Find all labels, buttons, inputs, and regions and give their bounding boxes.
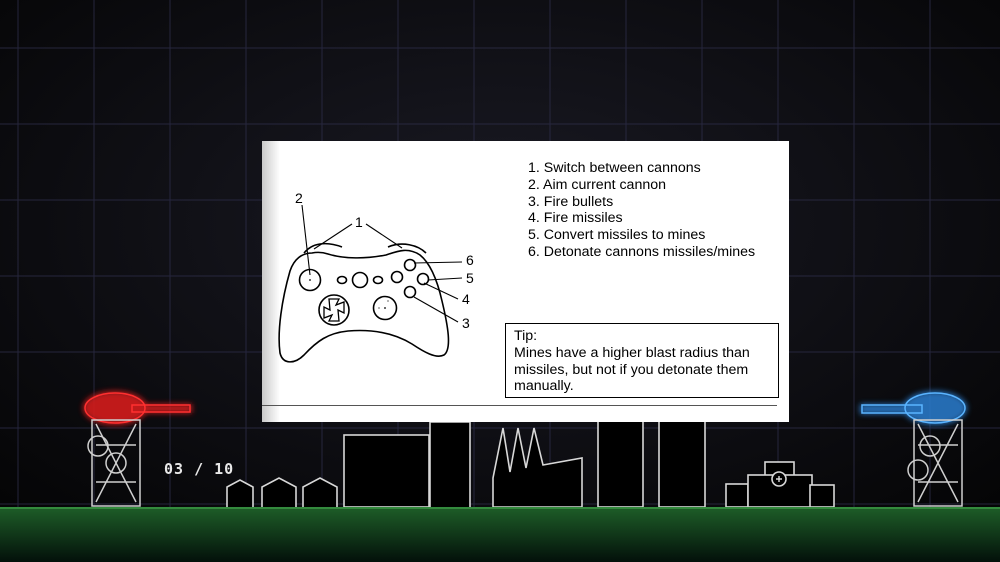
control-item: 3. Fire bullets bbox=[528, 193, 614, 210]
button-b-icon bbox=[416, 272, 430, 286]
control-item: 4. Fire missiles bbox=[528, 210, 623, 227]
callout-label-2: 2 bbox=[295, 190, 303, 206]
hospital-right-wing bbox=[809, 484, 835, 508]
tip-title: Tip: bbox=[514, 328, 538, 344]
guide-button-icon bbox=[351, 271, 369, 289]
hospital-left-wing bbox=[725, 483, 749, 508]
button-x-icon bbox=[390, 270, 404, 284]
callout-label-3: 3 bbox=[462, 315, 470, 331]
ground bbox=[0, 507, 1000, 562]
callout-label-5: 5 bbox=[466, 270, 474, 286]
callout-label-1: 1 bbox=[355, 214, 363, 230]
control-item: 5. Convert missiles to mines bbox=[528, 227, 706, 244]
control-item: 1. Switch between cannons bbox=[528, 160, 701, 176]
callout-label-6: 6 bbox=[466, 252, 474, 268]
control-item: 2. Aim current cannon bbox=[528, 176, 667, 193]
button-a-icon bbox=[403, 285, 417, 299]
tip-text: Mines have a higher blast radius than mi… bbox=[514, 344, 750, 395]
tower-right bbox=[658, 417, 706, 508]
round-counter: 03 / 10 bbox=[164, 460, 235, 478]
callout-label-4: 4 bbox=[462, 291, 470, 307]
button-y-icon bbox=[403, 258, 417, 272]
big-building bbox=[343, 434, 430, 508]
tutorial-panel: 2 1 6 5 4 3 1. Switch between cannons 2.… bbox=[262, 141, 789, 422]
tip-box: Tip: Mines have a higher blast radius th… bbox=[505, 323, 779, 398]
tower-left bbox=[429, 421, 471, 507]
panel-divider bbox=[262, 405, 777, 406]
dpad-icon bbox=[323, 298, 345, 322]
controller-outline-icon bbox=[278, 249, 450, 363]
controller-diagram: 2 1 6 5 4 3 bbox=[278, 190, 474, 363]
tower-middle bbox=[597, 417, 644, 508]
control-item: 6. Detonate cannons missiles/mines bbox=[528, 243, 756, 260]
controls-list: 1. Switch between cannons 2. Aim current… bbox=[528, 160, 755, 261]
hut-1 bbox=[226, 479, 254, 507]
